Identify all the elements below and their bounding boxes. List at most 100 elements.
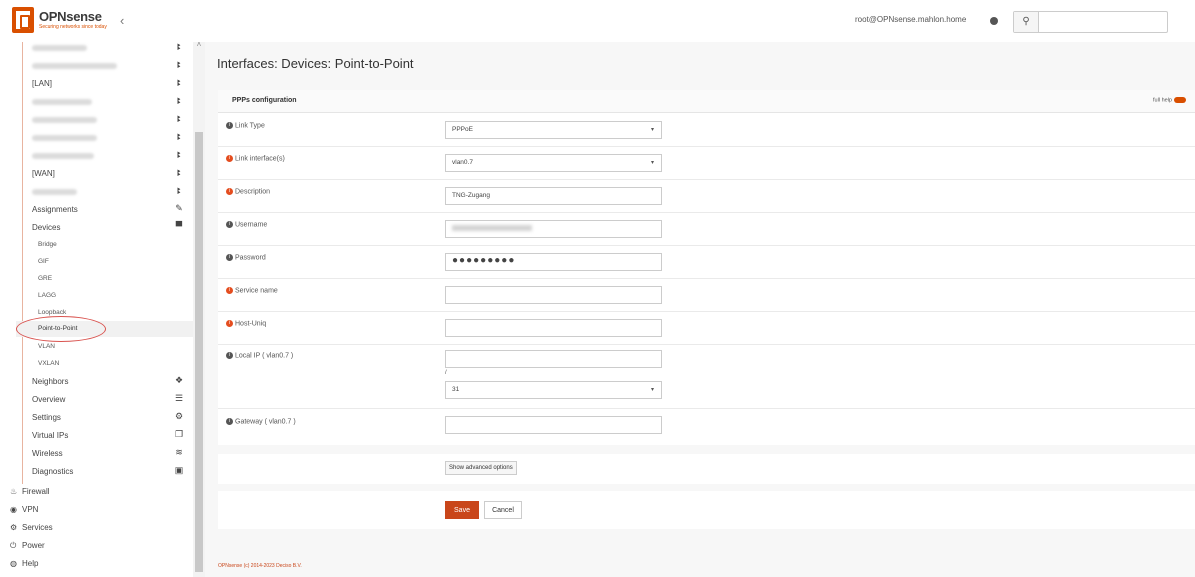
fire-icon: ♨ — [10, 487, 18, 496]
sidebar-item-devices[interactable]: Devices — [32, 223, 60, 232]
label-description[interactable]: i Description — [226, 188, 270, 195]
blurred-interface-item[interactable] — [32, 153, 94, 159]
row-link-interface: i Link interface(s) vlan0.7 — [218, 146, 1195, 180]
sidebar-subitem-gif[interactable]: GIF — [38, 258, 49, 265]
section-services[interactable]: ⚙ Services — [10, 523, 53, 532]
section-label: Help — [22, 559, 39, 568]
label-password[interactable]: i Password — [226, 254, 266, 261]
clone-icon: ❐ — [174, 429, 184, 439]
sidebar-item-overview[interactable]: Overview — [32, 395, 65, 404]
section-power[interactable]: ⏻ Power — [10, 541, 45, 551]
link-interface-select[interactable]: vlan0.7 — [445, 154, 662, 172]
network-icon: ꔪ — [176, 168, 182, 178]
label-link-type[interactable]: i Link Type — [226, 122, 265, 129]
search-icon[interactable]: ⚲ — [1014, 12, 1039, 32]
sidebar-subitem-lagg[interactable]: LAGG — [38, 292, 56, 299]
help-icon: ◍ — [10, 559, 17, 568]
info-icon[interactable]: i — [226, 287, 233, 294]
main-content: Interfaces: Devices: Point-to-Point PPPs… — [205, 42, 1195, 577]
link-type-select[interactable]: PPPoE — [445, 121, 662, 139]
annotation-circle — [16, 316, 106, 342]
footer-copyright[interactable]: OPNsense (c) 2014-2023 Deciso B.V. — [218, 563, 302, 569]
info-icon[interactable]: i — [226, 122, 233, 129]
panel-header: PPPs configuration full help — [218, 90, 1195, 113]
local-ip-input[interactable] — [445, 350, 662, 368]
label-username[interactable]: i Username — [226, 221, 267, 228]
subnet-separator: / — [445, 370, 447, 376]
label-link-interface[interactable]: i Link interface(s) — [226, 155, 285, 162]
archive-icon: ▀ — [175, 221, 183, 231]
sidebar-item-virtual-ips[interactable]: Virtual IPs — [32, 431, 68, 440]
sidebar-scrollbar[interactable]: ˄ — [193, 40, 205, 577]
submenu-indicator-line — [22, 42, 23, 484]
info-icon[interactable]: i — [226, 221, 233, 228]
sidebar-item-wan[interactable]: [WAN] — [32, 169, 55, 178]
section-help[interactable]: ◍ Help — [10, 559, 38, 568]
host-uniq-input[interactable] — [445, 319, 662, 337]
info-icon[interactable]: i — [226, 320, 233, 327]
description-input[interactable]: TNG-Zugang — [445, 187, 662, 205]
collapse-sidebar-icon[interactable]: ‹ — [120, 13, 124, 28]
sidebar-subitem-vlan[interactable]: VLAN — [38, 343, 55, 350]
label-host-uniq[interactable]: i Host-Uniq — [226, 320, 266, 327]
section-vpn[interactable]: ◉ VPN — [10, 505, 38, 514]
info-icon[interactable]: i — [226, 352, 233, 359]
sidebar-subitem-gre[interactable]: GRE — [38, 275, 52, 282]
local-ip-subnet-select[interactable]: 31 — [445, 381, 662, 399]
row-password: i Password ●●●●●●●●● — [218, 245, 1195, 279]
sidebar-subitem-vxlan[interactable]: VXLAN — [38, 360, 59, 367]
label-service-name[interactable]: i Service name — [226, 287, 278, 294]
blurred-interface-item[interactable] — [32, 99, 92, 105]
network-icon: ꔪ — [176, 60, 182, 70]
section-label: Services — [22, 523, 53, 532]
sidebar-item-lan[interactable]: [LAN] — [32, 79, 52, 88]
info-icon[interactable]: i — [226, 188, 233, 195]
pencil-icon: ✎ — [175, 203, 183, 213]
gateway-input[interactable] — [445, 416, 662, 434]
label-local-ip[interactable]: i Local IP ( vlan0.7 ) — [226, 352, 293, 359]
globe-icon: ◉ — [10, 505, 17, 514]
sidebar-item-settings[interactable]: Settings — [32, 413, 61, 422]
section-label: Power — [22, 541, 45, 550]
scroll-up-icon[interactable]: ˄ — [193, 40, 205, 49]
opnsense-logo-icon — [12, 7, 34, 33]
sidebar-item-wireless[interactable]: Wireless — [32, 449, 63, 458]
show-advanced-options-button[interactable]: Show advanced options — [445, 461, 517, 475]
system-status-icon[interactable] — [990, 17, 998, 25]
plug-icon: ⏻ — [10, 541, 17, 550]
opnsense-logo[interactable]: OPNsense Securing networks since today — [12, 7, 132, 35]
row-username: i Username — [218, 212, 1195, 246]
row-local-ip: i Local IP ( vlan0.7 ) / 31 — [218, 344, 1195, 409]
scrollbar-thumb[interactable] — [195, 132, 203, 572]
sidebar-subitem-loopback[interactable]: Loopback — [38, 309, 66, 316]
logo-text: OPNsense — [39, 9, 102, 24]
sidebar-item-assignments[interactable]: Assignments — [32, 205, 78, 214]
top-bar: OPNsense Securing networks since today ‹… — [0, 0, 1195, 43]
blurred-interface-item[interactable] — [32, 189, 77, 195]
username-input[interactable] — [445, 220, 662, 238]
cancel-button[interactable]: Cancel — [484, 501, 522, 519]
network-icon: ꔪ — [176, 150, 182, 160]
sidebar-item-diagnostics[interactable]: Diagnostics — [32, 467, 73, 476]
blurred-interface-item[interactable] — [32, 63, 117, 69]
label-gateway[interactable]: i Gateway ( vlan0.7 ) — [226, 418, 296, 425]
password-input[interactable]: ●●●●●●●●● — [445, 253, 662, 271]
blurred-interface-item[interactable] — [32, 135, 97, 141]
info-icon[interactable]: i — [226, 155, 233, 162]
cog-icon: ⚙ — [10, 523, 18, 532]
info-icon[interactable]: i — [226, 418, 233, 425]
network-icon: ꔪ — [176, 96, 182, 106]
logo-subtitle: Securing networks since today — [39, 24, 107, 30]
user-menu[interactable]: root@OPNsense.mahlon.home — [855, 15, 966, 24]
sidebar-item-neighbors[interactable]: Neighbors — [32, 377, 68, 386]
save-button[interactable]: Save — [445, 501, 479, 519]
sidebar-subitem-bridge[interactable]: Bridge — [38, 241, 57, 248]
search-input[interactable] — [1039, 12, 1169, 32]
section-firewall[interactable]: ♨ Firewall — [10, 487, 50, 496]
blurred-interface-item[interactable] — [32, 117, 97, 123]
info-icon[interactable]: i — [226, 254, 233, 261]
panel-title: PPPs configuration — [232, 97, 297, 104]
service-name-input[interactable] — [445, 286, 662, 304]
blurred-interface-item[interactable] — [32, 45, 87, 51]
full-help-toggle[interactable]: full help — [1153, 97, 1186, 103]
